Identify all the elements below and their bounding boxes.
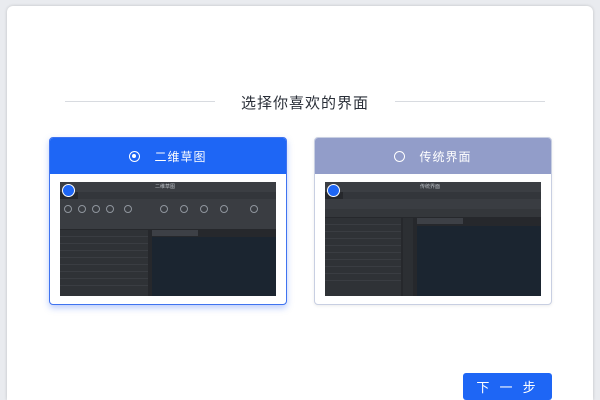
copy-tool-icon	[180, 205, 188, 213]
option-label: 传统界面	[419, 149, 472, 164]
preview-drawing-canvas	[417, 226, 541, 296]
preview-title: 二维草图	[155, 184, 176, 190]
option-card-classic[interactable]: 传统界面 传统界面	[314, 137, 552, 305]
preview-menubar	[78, 192, 276, 199]
option-header: 传统界面	[315, 138, 551, 174]
move-tool-icon	[160, 205, 168, 213]
line-tool-icon	[64, 205, 72, 213]
preview-title: 传统界面	[420, 184, 441, 190]
option-header: 二维草图	[50, 138, 286, 174]
interface-selection-dialog: 选择你喜欢的界面 二维草图 二维草图 传统界面 传统界面 下 一 步	[7, 6, 593, 400]
app-logo-icon	[327, 184, 340, 197]
mirror-tool-icon	[220, 205, 228, 213]
arc-tool-icon	[106, 205, 114, 213]
heading-divider-left	[65, 101, 215, 102]
circle-tool-icon	[92, 205, 100, 213]
option-label: 二维草图	[154, 149, 207, 164]
next-step-button[interactable]: 下 一 步	[463, 373, 552, 400]
rectangle-tool-icon	[124, 205, 132, 213]
radio-selected-icon[interactable]	[129, 150, 141, 162]
preview-titlebar: 传统界面	[325, 182, 541, 192]
preview-ribbon	[60, 199, 276, 229]
preview-drawing-canvas	[152, 237, 276, 296]
preview-classic-image: 传统界面	[325, 182, 541, 296]
heading-divider-right	[395, 101, 545, 102]
polyline-tool-icon	[78, 205, 86, 213]
dialog-heading: 选择你喜欢的界面	[240, 94, 369, 112]
preview-drawing-tab	[417, 218, 463, 224]
preview-2d-sketch-image: 二维草图	[60, 182, 276, 296]
preview-titlebar: 二维草图	[60, 182, 276, 192]
preview-properties-panel	[325, 218, 401, 296]
option-card-2d-sketch[interactable]: 二维草图 二维草图	[49, 137, 287, 305]
rotate-tool-icon	[200, 205, 208, 213]
preview-toolbar-row-2	[325, 209, 541, 217]
preview-properties-panel	[60, 230, 148, 296]
preview-toolbar-row-1	[325, 199, 541, 209]
app-logo-icon	[62, 184, 75, 197]
heading-row: 选择你喜欢的界面	[7, 92, 593, 112]
preview-drawing-tab	[152, 230, 198, 236]
radio-unselected-icon[interactable]	[394, 150, 406, 162]
preview-side-toolbar	[403, 218, 413, 296]
layer-tool-icon	[250, 205, 258, 213]
preview-menubar	[343, 192, 541, 199]
